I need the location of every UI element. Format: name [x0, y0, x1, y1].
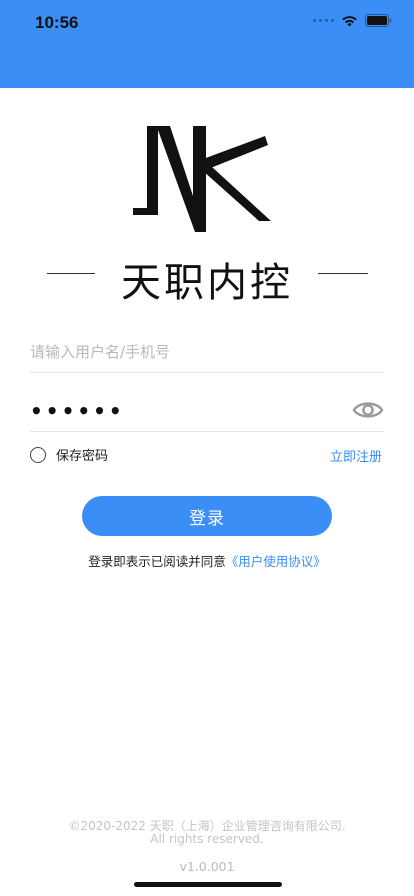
- battery-icon: [365, 14, 392, 27]
- remember-radio[interactable]: [30, 446, 46, 463]
- status-icons: [313, 14, 392, 27]
- agreement-text: 登录即表示已阅读并同意《用户使用协议》: [0, 551, 414, 570]
- remember-password-toggle[interactable]: 保存密码: [30, 445, 108, 464]
- status-time: 10:56: [35, 13, 79, 32]
- user-agreement-link[interactable]: 《用户使用协议》: [226, 554, 326, 569]
- agreement-prefix: 登录即表示已阅读并同意: [88, 554, 226, 569]
- username-field: [30, 333, 384, 373]
- home-indicator: [134, 882, 282, 887]
- nk-logo-icon: [133, 126, 271, 232]
- wifi-icon: [342, 15, 357, 26]
- username-input[interactable]: [30, 333, 330, 371]
- remember-label: 保存密码: [56, 449, 109, 464]
- brand-area: 天职内控: [0, 122, 414, 306]
- version-text: v1.0.001: [179, 859, 235, 874]
- brand-divider-right: [318, 273, 368, 274]
- brand-name: 天职内控: [121, 260, 293, 306]
- register-link[interactable]: 立即注册: [330, 446, 382, 465]
- login-button[interactable]: 登录: [82, 496, 332, 536]
- password-input[interactable]: [30, 392, 330, 430]
- eye-icon[interactable]: [352, 399, 384, 421]
- password-field: [30, 392, 384, 432]
- rights-text: All rights reserved.: [150, 832, 264, 846]
- cellular-dots-icon: [313, 19, 334, 22]
- status-bar: 10:56: [0, 0, 414, 88]
